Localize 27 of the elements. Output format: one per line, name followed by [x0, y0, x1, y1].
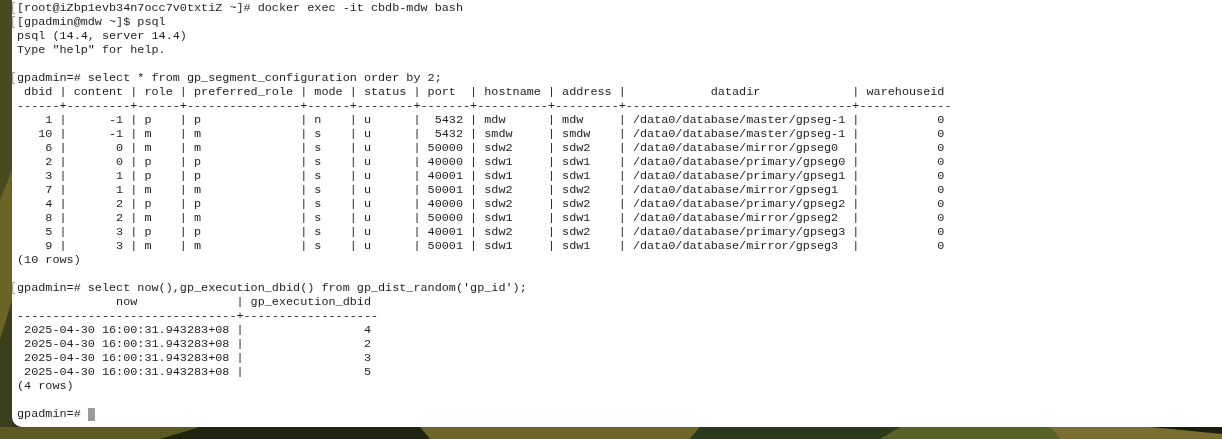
terminal-line: [root@iZbp1evb34n7occ7v0txtiZ ~]# docker exec -it cbdb-mdw bash — [17, 1, 463, 15]
terminal-line: [gpadmin@mdw ~]$ psql — [17, 15, 166, 29]
terminal-line: 10 | -1 | m | m | s | u | 5432 | smdw | smdw | /data0/database/master/gpseg-1 | 0 — [37, 127, 945, 141]
terminal-line: 2 | 0 | p | p | s | u | 40000 | sdw1 | sdw1 | /data0/database/primary/gpseg0 | 0 — [44, 155, 945, 169]
terminal-line: (10 rows) — [17, 253, 81, 267]
terminal-line: 5 | 3 | p | p | s | u | 40001 | sdw2 | sdw2 | /data0/database/primary/gpseg3 | 0 — [44, 225, 945, 239]
terminal-line: -------------------------------+------------------- — [17, 309, 379, 323]
terminal-line: 2025-04-30 16:00:31.943283+08 | 2 — [23, 337, 371, 351]
terminal-line: now | gp_execution_dbid — [115, 295, 371, 309]
terminal-line: ------+---------+------+----------------+------+--------+-------+----------+---------+--------------------------------+------------- — [17, 99, 952, 113]
terminal-line: 1 | -1 | p | p | n | u | 5432 | mdw | mdw | /data0/database/master/gpseg-1 | 0 — [44, 113, 945, 127]
terminal-line: psql (14.4, server 14.4) — [17, 29, 187, 43]
terminal-line: gpadmin=# select now(),gp_execution_dbid() from gp_dist_random('gp_id'); — [17, 281, 527, 295]
terminal-line: 9 | 3 | m | m | s | u | 50001 | sdw1 | sdw1 | /data0/database/mirror/gpseg3 | 0 — [44, 239, 945, 253]
terminal-line: gpadmin=# select * from gp_segment_configuration order by 2; — [17, 71, 442, 85]
terminal-line: (4 rows) — [17, 379, 74, 393]
terminal-line: 2025-04-30 16:00:31.943283+08 | 5 — [23, 365, 371, 379]
terminal-line: 3 | 1 | p | p | s | u | 40001 | sdw1 | sdw1 | /data0/database/primary/gpseg1 | 0 — [44, 169, 945, 183]
terminal-line: dbid | content | role | preferred_role | mode | status | port | hostname | address | datadir | warehouseid — [23, 85, 945, 99]
terminal-line: 2025-04-30 16:00:31.943283+08 | 4 — [23, 323, 371, 337]
terminal-line: gpadmin=# — [17, 407, 82, 421]
terminal-line: 2025-04-30 16:00:31.943283+08 | 3 — [23, 351, 371, 365]
terminal-line: 8 | 2 | m | m | s | u | 50000 | sdw1 | sdw1 | /data0/database/mirror/gpseg2 | 0 — [44, 211, 945, 225]
terminal-line: 7 | 1 | m | m | s | u | 50001 | sdw2 | sdw2 | /data0/database/mirror/gpseg1 | 0 — [44, 183, 945, 197]
terminal-line: 4 | 2 | p | p | s | u | 40000 | sdw2 | sdw2 | /data0/database/primary/gpseg2 | 0 — [44, 197, 945, 211]
terminal-line: Type "help" for help. — [17, 43, 166, 57]
terminal-line: 6 | 0 | m | m | s | u | 50000 | sdw2 | sdw2 | /data0/database/mirror/gpseg0 | 0 — [44, 141, 945, 155]
